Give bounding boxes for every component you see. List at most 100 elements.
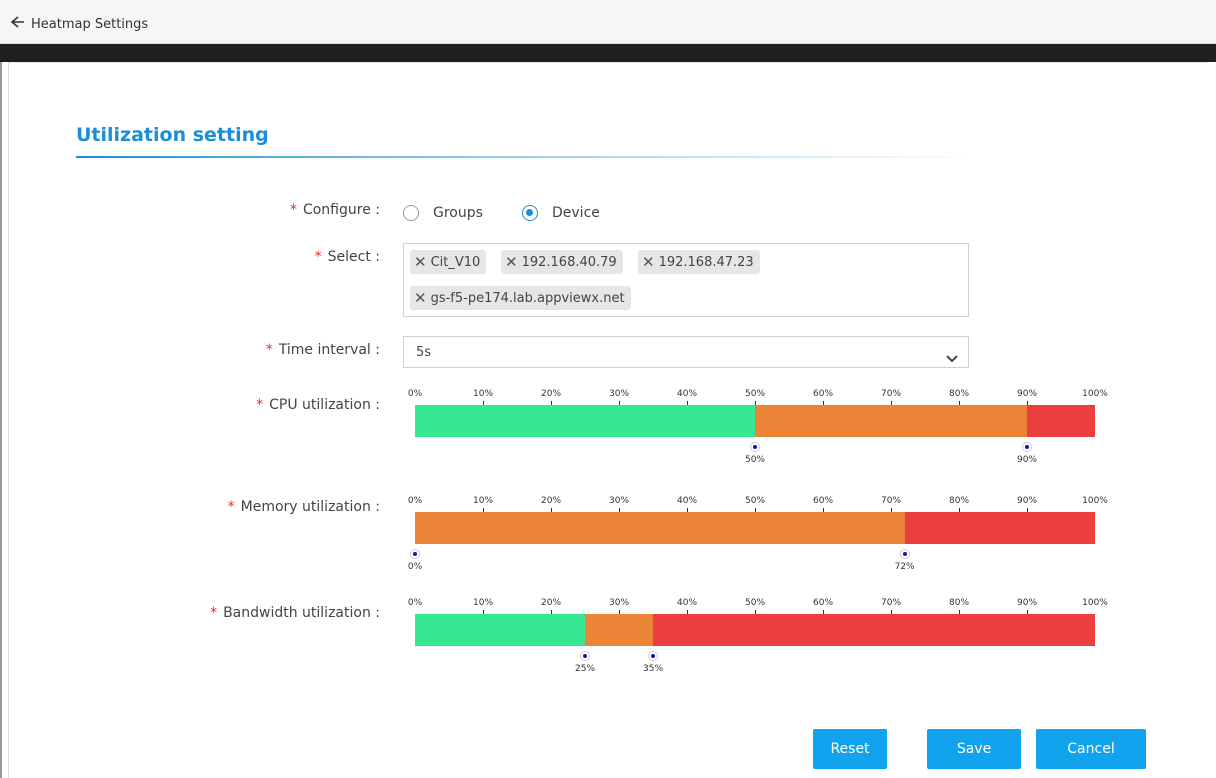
scale-tick-label: 70%: [880, 389, 902, 399]
scale-tick-label: 80%: [948, 598, 970, 608]
scale-tick-label: 50%: [744, 598, 766, 608]
scale-tick-label: 70%: [880, 496, 902, 506]
section-divider: [76, 156, 976, 158]
selected-tag: ✕ Cit_V10: [410, 250, 487, 274]
percent-scale: 0% 10% 20% 30% 40% 50% 60% 70% 80% 90% 100%: [408, 496, 1108, 513]
threshold-handle[interactable]: [899, 549, 910, 559]
scale-tick-label: 60%: [812, 496, 834, 506]
threshold-handle[interactable]: [410, 549, 420, 559]
save-button[interactable]: Save: [927, 729, 1021, 769]
radio-button-selected-icon[interactable]: [522, 205, 538, 221]
scale-tick-label: 20%: [540, 496, 562, 506]
radio-device[interactable]: Device: [522, 203, 600, 223]
memory-utilization-label-text: Memory utilization :: [240, 499, 380, 515]
window-title: Heatmap Settings: [31, 17, 149, 32]
header-bar: [0, 44, 1216, 62]
scale-tick-label: 30%: [608, 389, 630, 399]
radio-button-icon[interactable]: [403, 205, 419, 221]
section-title: Utilization setting: [76, 124, 269, 146]
tag-label: gs-f5-pe174.lab.appviewx.net: [430, 290, 625, 306]
threshold-value-label: 0%: [407, 562, 423, 572]
title-bar: Heatmap Settings: [0, 0, 1216, 44]
normal-range-segment: [415, 405, 755, 437]
scale-tick-label: 60%: [812, 598, 834, 608]
remove-tag-icon[interactable]: ✕: [505, 254, 518, 270]
scale-tick-label: 0%: [407, 389, 423, 399]
warning-range-segment: [585, 614, 653, 646]
bandwidth-utilization-label: * Bandwidth utilization :: [210, 605, 380, 621]
required-mark: *: [289, 202, 297, 218]
configure-label-text: Configure :: [302, 202, 380, 218]
percent-scale: 0% 10% 20% 30% 40% 50% 60% 70% 80% 90% 100%: [408, 598, 1108, 615]
cpu-utilization-label: * CPU utilization :: [256, 397, 380, 413]
scale-tick-label: 90%: [1016, 389, 1038, 399]
scale-tick-label: 100%: [1082, 598, 1108, 608]
scale-tick-label: 10%: [472, 496, 494, 506]
scale-tick-label: 100%: [1082, 496, 1108, 506]
threshold-value-label: 72%: [894, 562, 915, 572]
time-interval-select[interactable]: 5s: [403, 336, 969, 368]
scale-tick-label: 30%: [608, 598, 630, 608]
scale-tick-label: 20%: [540, 389, 562, 399]
scale-tick-label: 40%: [676, 496, 698, 506]
critical-range-segment: [904, 512, 1095, 544]
required-mark: *: [256, 397, 264, 413]
scale-tick-label: 80%: [948, 389, 970, 399]
percent-scale: 0% 10% 20% 30% 40% 50% 60% 70% 80% 90% 100%: [408, 389, 1108, 406]
threshold-bar: [415, 512, 1095, 544]
selected-tag: ✕ 192.168.40.79: [501, 250, 623, 274]
scale-tick-label: 40%: [676, 598, 698, 608]
required-mark: *: [227, 499, 235, 515]
scale-tick-label: 90%: [1016, 598, 1038, 608]
back-arrow-icon[interactable]: [7, 14, 29, 30]
remove-tag-icon[interactable]: ✕: [414, 290, 427, 306]
reset-button[interactable]: Reset: [813, 729, 887, 769]
cancel-button[interactable]: Cancel: [1036, 729, 1146, 769]
scale-tick-label: 10%: [472, 389, 494, 399]
selected-tag: ✕ 192.168.47.23: [638, 250, 760, 274]
threshold-bar: [415, 614, 1095, 646]
time-interval-value: 5s: [416, 345, 432, 360]
tag-label: Cit_V10: [430, 254, 481, 270]
threshold-value-label: 50%: [744, 455, 766, 465]
scale-tick-label: 70%: [880, 598, 902, 608]
selected-tag: ✕ gs-f5-pe174.lab.appviewx.net: [410, 286, 631, 310]
chevron-down-icon: [946, 348, 958, 363]
required-mark: *: [210, 605, 218, 621]
time-interval-label: * Time interval :: [266, 342, 380, 358]
threshold-value-label: 35%: [642, 664, 664, 674]
scale-tick-label: 0%: [407, 598, 423, 608]
threshold-handle[interactable]: [580, 651, 590, 661]
critical-range-segment: [653, 614, 1095, 646]
threshold-handle[interactable]: [648, 651, 658, 661]
remove-tag-icon[interactable]: ✕: [642, 254, 655, 270]
scale-tick-label: 90%: [1016, 496, 1038, 506]
required-mark: *: [265, 342, 273, 358]
scale-tick-label: 20%: [540, 598, 562, 608]
radio-groups-label: Groups: [433, 205, 483, 221]
remove-tag-icon[interactable]: ✕: [414, 254, 427, 270]
threshold-bar: [415, 405, 1095, 437]
select-label-text: Select :: [327, 249, 380, 265]
threshold-value-label: 25%: [574, 664, 596, 674]
required-mark: *: [314, 249, 322, 265]
scale-tick-label: 10%: [472, 598, 494, 608]
scale-tick-label: 50%: [744, 389, 766, 399]
device-multiselect[interactable]: ✕ Cit_V10 ✕ 192.168.40.79 ✕ 192.168.47.2…: [403, 243, 969, 317]
radio-device-label: Device: [552, 205, 600, 221]
threshold-handle[interactable]: [1022, 442, 1032, 452]
tag-label: 192.168.47.23: [658, 254, 754, 270]
memory-utilization-label: * Memory utilization :: [228, 499, 380, 515]
tag-label: 192.168.40.79: [521, 254, 617, 270]
scale-tick-label: 30%: [608, 496, 630, 506]
critical-range-segment: [1027, 405, 1095, 437]
warning-range-segment: [415, 512, 905, 544]
scale-tick-label: 100%: [1082, 389, 1108, 399]
threshold-handle[interactable]: [750, 442, 760, 452]
bandwidth-utilization-label-text: Bandwidth utilization :: [223, 605, 380, 621]
normal-range-segment: [415, 614, 585, 646]
configure-label: * Configure :: [290, 202, 380, 218]
scale-tick-label: 0%: [407, 496, 423, 506]
select-label: * Select :: [315, 249, 380, 265]
radio-groups[interactable]: Groups: [403, 203, 483, 223]
